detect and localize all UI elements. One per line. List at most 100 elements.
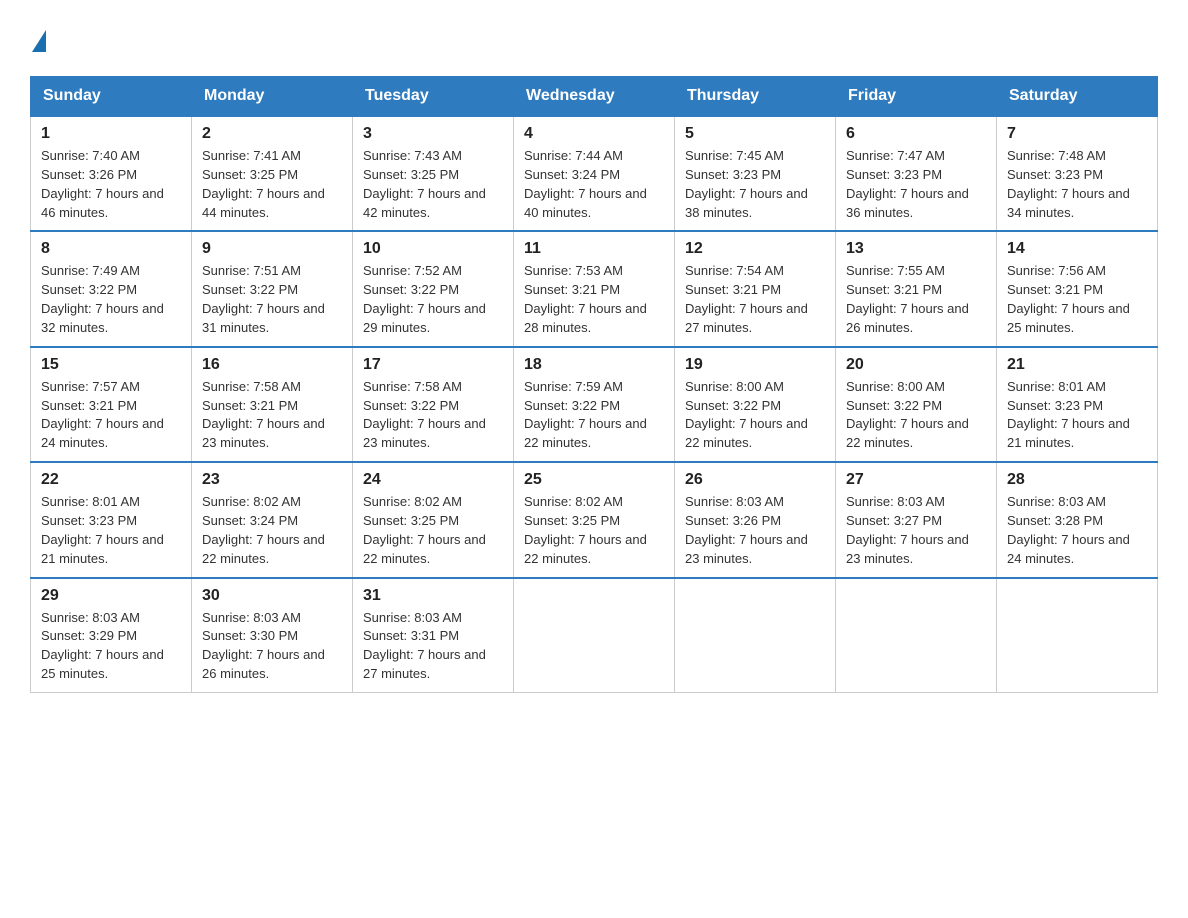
day-number: 7 bbox=[1007, 125, 1147, 143]
day-number: 17 bbox=[363, 356, 503, 374]
calendar-cell: 14 Sunrise: 7:56 AMSunset: 3:21 PMDayligh… bbox=[997, 231, 1158, 346]
day-number: 29 bbox=[41, 587, 181, 605]
day-info: Sunrise: 7:44 AMSunset: 3:24 PMDaylight:… bbox=[524, 147, 664, 222]
day-info: Sunrise: 8:02 AMSunset: 3:25 PMDaylight:… bbox=[524, 493, 664, 568]
calendar-cell: 2 Sunrise: 7:41 AMSunset: 3:25 PMDaylight… bbox=[192, 116, 353, 231]
day-info: Sunrise: 8:01 AMSunset: 3:23 PMDaylight:… bbox=[1007, 378, 1147, 453]
day-info: Sunrise: 7:49 AMSunset: 3:22 PMDaylight:… bbox=[41, 262, 181, 337]
calendar-cell: 18 Sunrise: 7:59 AMSunset: 3:22 PMDayligh… bbox=[514, 347, 675, 462]
header-saturday: Saturday bbox=[997, 77, 1158, 117]
calendar-cell: 25 Sunrise: 8:02 AMSunset: 3:25 PMDayligh… bbox=[514, 462, 675, 577]
day-number: 6 bbox=[846, 125, 986, 143]
day-info: Sunrise: 8:03 AMSunset: 3:27 PMDaylight:… bbox=[846, 493, 986, 568]
day-number: 30 bbox=[202, 587, 342, 605]
day-number: 13 bbox=[846, 240, 986, 258]
calendar-cell: 31 Sunrise: 8:03 AMSunset: 3:31 PMDayligh… bbox=[353, 578, 514, 693]
day-number: 18 bbox=[524, 356, 664, 374]
calendar-cell: 24 Sunrise: 8:02 AMSunset: 3:25 PMDayligh… bbox=[353, 462, 514, 577]
day-number: 28 bbox=[1007, 471, 1147, 489]
day-number: 11 bbox=[524, 240, 664, 258]
day-info: Sunrise: 7:45 AMSunset: 3:23 PMDaylight:… bbox=[685, 147, 825, 222]
day-info: Sunrise: 7:57 AMSunset: 3:21 PMDaylight:… bbox=[41, 378, 181, 453]
header-wednesday: Wednesday bbox=[514, 77, 675, 117]
logo-triangle-icon bbox=[32, 30, 46, 52]
header-row: SundayMondayTuesdayWednesdayThursdayFrid… bbox=[31, 77, 1158, 117]
calendar-cell: 21 Sunrise: 8:01 AMSunset: 3:23 PMDayligh… bbox=[997, 347, 1158, 462]
week-row-1: 1 Sunrise: 7:40 AMSunset: 3:26 PMDaylight… bbox=[31, 116, 1158, 231]
calendar-cell bbox=[997, 578, 1158, 693]
day-number: 22 bbox=[41, 471, 181, 489]
calendar-table: SundayMondayTuesdayWednesdayThursdayFrid… bbox=[30, 76, 1158, 693]
calendar-cell bbox=[675, 578, 836, 693]
week-row-3: 15Sunrise: 7:57 AMSunset: 3:21 PMDayligh… bbox=[31, 347, 1158, 462]
day-info: Sunrise: 8:01 AMSunset: 3:23 PMDaylight:… bbox=[41, 493, 181, 568]
calendar-cell: 28Sunrise: 8:03 AMSunset: 3:28 PMDayligh… bbox=[997, 462, 1158, 577]
day-info: Sunrise: 8:03 AMSunset: 3:29 PMDaylight:… bbox=[41, 609, 181, 684]
calendar-cell: 3 Sunrise: 7:43 AMSunset: 3:25 PMDaylight… bbox=[353, 116, 514, 231]
day-info: Sunrise: 7:53 AMSunset: 3:21 PMDaylight:… bbox=[524, 262, 664, 337]
day-info: Sunrise: 7:51 AMSunset: 3:22 PMDaylight:… bbox=[202, 262, 342, 337]
day-info: Sunrise: 8:03 AMSunset: 3:26 PMDaylight:… bbox=[685, 493, 825, 568]
day-number: 2 bbox=[202, 125, 342, 143]
day-info: Sunrise: 7:58 AMSunset: 3:21 PMDaylight:… bbox=[202, 378, 342, 453]
day-info: Sunrise: 8:02 AMSunset: 3:25 PMDaylight:… bbox=[363, 493, 503, 568]
calendar-cell: 10 Sunrise: 7:52 AMSunset: 3:22 PMDayligh… bbox=[353, 231, 514, 346]
header-tuesday: Tuesday bbox=[353, 77, 514, 117]
header-sunday: Sunday bbox=[31, 77, 192, 117]
day-number: 24 bbox=[363, 471, 503, 489]
calendar-cell: 1 Sunrise: 7:40 AMSunset: 3:26 PMDaylight… bbox=[31, 116, 192, 231]
day-number: 31 bbox=[363, 587, 503, 605]
calendar-cell: 17 Sunrise: 7:58 AMSunset: 3:22 PMDayligh… bbox=[353, 347, 514, 462]
day-info: Sunrise: 7:40 AMSunset: 3:26 PMDaylight:… bbox=[41, 147, 181, 222]
day-info: Sunrise: 7:56 AMSunset: 3:21 PMDaylight:… bbox=[1007, 262, 1147, 337]
day-info: Sunrise: 8:03 AMSunset: 3:30 PMDaylight:… bbox=[202, 609, 342, 684]
calendar-cell: 11 Sunrise: 7:53 AMSunset: 3:21 PMDayligh… bbox=[514, 231, 675, 346]
day-number: 19 bbox=[685, 356, 825, 374]
day-number: 9 bbox=[202, 240, 342, 258]
day-number: 5 bbox=[685, 125, 825, 143]
header-monday: Monday bbox=[192, 77, 353, 117]
calendar-cell: 29 Sunrise: 8:03 AMSunset: 3:29 PMDayligh… bbox=[31, 578, 192, 693]
day-number: 25 bbox=[524, 471, 664, 489]
header-friday: Friday bbox=[836, 77, 997, 117]
day-info: Sunrise: 8:00 AMSunset: 3:22 PMDaylight:… bbox=[685, 378, 825, 453]
calendar-cell: 26 Sunrise: 8:03 AMSunset: 3:26 PMDayligh… bbox=[675, 462, 836, 577]
day-number: 21 bbox=[1007, 356, 1147, 374]
calendar-cell: 16 Sunrise: 7:58 AMSunset: 3:21 PMDayligh… bbox=[192, 347, 353, 462]
calendar-cell: 13Sunrise: 7:55 AMSunset: 3:21 PMDayligh… bbox=[836, 231, 997, 346]
calendar-cell: 15Sunrise: 7:57 AMSunset: 3:21 PMDayligh… bbox=[31, 347, 192, 462]
calendar-cell: 5 Sunrise: 7:45 AMSunset: 3:23 PMDaylight… bbox=[675, 116, 836, 231]
day-info: Sunrise: 8:02 AMSunset: 3:24 PMDaylight:… bbox=[202, 493, 342, 568]
calendar-cell: 12 Sunrise: 7:54 AMSunset: 3:21 PMDayligh… bbox=[675, 231, 836, 346]
day-info: Sunrise: 7:54 AMSunset: 3:21 PMDaylight:… bbox=[685, 262, 825, 337]
day-info: Sunrise: 7:43 AMSunset: 3:25 PMDaylight:… bbox=[363, 147, 503, 222]
day-info: Sunrise: 7:52 AMSunset: 3:22 PMDaylight:… bbox=[363, 262, 503, 337]
day-number: 20 bbox=[846, 356, 986, 374]
calendar-cell bbox=[514, 578, 675, 693]
day-info: Sunrise: 7:47 AMSunset: 3:23 PMDaylight:… bbox=[846, 147, 986, 222]
day-info: Sunrise: 7:41 AMSunset: 3:25 PMDaylight:… bbox=[202, 147, 342, 222]
day-number: 23 bbox=[202, 471, 342, 489]
calendar-cell: 27 Sunrise: 8:03 AMSunset: 3:27 PMDayligh… bbox=[836, 462, 997, 577]
day-number: 27 bbox=[846, 471, 986, 489]
day-number: 14 bbox=[1007, 240, 1147, 258]
calendar-cell: 8Sunrise: 7:49 AMSunset: 3:22 PMDaylight… bbox=[31, 231, 192, 346]
day-info: Sunrise: 8:03 AMSunset: 3:31 PMDaylight:… bbox=[363, 609, 503, 684]
header-thursday: Thursday bbox=[675, 77, 836, 117]
day-number: 3 bbox=[363, 125, 503, 143]
day-number: 12 bbox=[685, 240, 825, 258]
day-info: Sunrise: 7:48 AMSunset: 3:23 PMDaylight:… bbox=[1007, 147, 1147, 222]
day-number: 26 bbox=[685, 471, 825, 489]
page-header bbox=[30, 20, 1158, 56]
day-info: Sunrise: 8:00 AMSunset: 3:22 PMDaylight:… bbox=[846, 378, 986, 453]
day-number: 16 bbox=[202, 356, 342, 374]
day-info: Sunrise: 7:58 AMSunset: 3:22 PMDaylight:… bbox=[363, 378, 503, 453]
logo-blue-part bbox=[30, 30, 46, 54]
calendar-cell bbox=[836, 578, 997, 693]
day-info: Sunrise: 7:59 AMSunset: 3:22 PMDaylight:… bbox=[524, 378, 664, 453]
calendar-cell: 23 Sunrise: 8:02 AMSunset: 3:24 PMDayligh… bbox=[192, 462, 353, 577]
day-number: 10 bbox=[363, 240, 503, 258]
day-number: 1 bbox=[41, 125, 181, 143]
calendar-cell: 22 Sunrise: 8:01 AMSunset: 3:23 PMDayligh… bbox=[31, 462, 192, 577]
calendar-cell: 7 Sunrise: 7:48 AMSunset: 3:23 PMDaylight… bbox=[997, 116, 1158, 231]
